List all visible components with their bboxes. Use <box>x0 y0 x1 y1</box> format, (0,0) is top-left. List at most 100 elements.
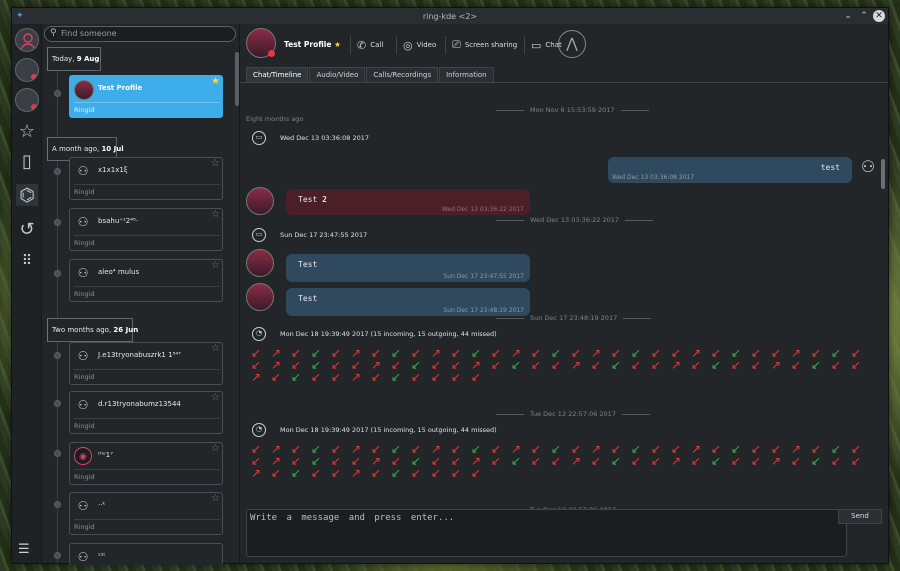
dialpad-icon[interactable]: ⠿ <box>16 250 38 272</box>
missed-call-icon[interactable]: ↙ <box>326 371 346 383</box>
missed-call-icon[interactable]: ↙ <box>446 371 466 383</box>
minimize-icon[interactable]: ⌄ <box>842 10 854 22</box>
missed-call-icon[interactable]: ↙ <box>646 455 666 467</box>
incoming-call-icon[interactable]: ↙ <box>806 455 826 467</box>
missed-call-icon[interactable]: ↙ <box>366 467 386 479</box>
missed-call-icon[interactable]: ↙ <box>466 467 486 479</box>
missed-call-icon[interactable]: ↙ <box>646 359 666 371</box>
tab-chat-timeline[interactable]: Chat/Timeline <box>246 67 309 82</box>
search-input[interactable]: ⚲ Find someone <box>44 26 236 42</box>
outgoing-call-icon[interactable]: ↗ <box>246 371 266 383</box>
history-icon[interactable]: ↺ <box>16 218 38 240</box>
incoming-call-icon[interactable]: ↙ <box>706 455 726 467</box>
hamburger-menu-icon[interactable]: ☰ <box>18 542 30 557</box>
close-icon[interactable]: ✕ <box>873 10 885 22</box>
star-icon[interactable]: ★ <box>211 76 220 87</box>
missed-call-icon[interactable]: ↙ <box>746 359 766 371</box>
missed-call-icon[interactable]: ↙ <box>466 371 486 383</box>
missed-call-icon[interactable]: ↙ <box>526 455 546 467</box>
contact-card-test-profile[interactable]: Test Profile ★ Ringid <box>69 75 223 118</box>
contact-card[interactable]: ⚇ ˢ¹ᵗ <box>69 543 223 565</box>
screen-sharing-button[interactable]: ⎚ Screen sharing <box>445 36 517 54</box>
incoming-call-icon[interactable]: ↙ <box>506 359 526 371</box>
contact-card[interactable]: ⚇ ⅹ1ⅹ1ⅹ1ξ ☆ Ringid <box>69 157 223 200</box>
tab-information[interactable]: Information <box>439 67 494 82</box>
missed-call-icon[interactable]: ↙ <box>306 371 326 383</box>
missed-call-icon[interactable]: ↙ <box>546 455 566 467</box>
contacts-book-icon[interactable]: ▯ <box>16 150 38 172</box>
star-icon[interactable]: ☆ <box>211 260 220 271</box>
incoming-call-icon[interactable]: ↙ <box>386 467 406 479</box>
missed-call-icon[interactable]: ↙ <box>586 455 606 467</box>
contact-card[interactable]: ⚇ aleo⁴ mulus ☆ Ringid <box>69 259 223 302</box>
missed-call-icon[interactable]: ↙ <box>486 359 506 371</box>
missed-call-icon[interactable]: ↙ <box>586 359 606 371</box>
missed-call-icon[interactable]: ↙ <box>406 371 426 383</box>
star-icon[interactable]: ☆ <box>211 158 220 169</box>
missed-call-icon[interactable]: ↙ <box>686 455 706 467</box>
outgoing-call-icon[interactable]: ↗ <box>566 359 586 371</box>
missed-call-icon[interactable]: ↙ <box>846 455 866 467</box>
tab-audio-video[interactable]: Audio/Video <box>309 67 366 82</box>
star-icon[interactable]: ☆ <box>211 209 220 220</box>
bookmarks-star-icon[interactable]: ☆ <box>16 120 38 142</box>
star-icon[interactable]: ☆ <box>211 443 220 454</box>
call-button[interactable]: ✆ Call <box>350 36 383 54</box>
missed-call-icon[interactable]: ↙ <box>686 359 706 371</box>
incoming-call-icon[interactable]: ↙ <box>286 371 306 383</box>
missed-call-icon[interactable]: ↙ <box>486 455 506 467</box>
missed-call-icon[interactable]: ↙ <box>626 359 646 371</box>
outgoing-call-icon[interactable]: ↗ <box>766 455 786 467</box>
outgoing-call-icon[interactable]: ↗ <box>346 371 366 383</box>
missed-call-icon[interactable]: ↙ <box>786 455 806 467</box>
missed-call-icon[interactable]: ↙ <box>826 455 846 467</box>
contact-card[interactable]: ⚇ d.r13tryonabumz13544 ☆ Ringid <box>69 391 223 434</box>
account-avatar-2[interactable] <box>15 58 39 82</box>
star-icon[interactable]: ☆ <box>211 343 220 354</box>
incoming-message[interactable]: Test Sun Dec 17 23:47:55 2017 <box>286 254 530 282</box>
incoming-message[interactable]: Test Sun Dec 17 23:48:19 2017 <box>286 288 530 316</box>
tab-calls-recordings[interactable]: Calls/Recordings <box>366 67 439 82</box>
incoming-call-icon[interactable]: ↙ <box>606 359 626 371</box>
maximize-icon[interactable]: ⌃ <box>858 10 870 22</box>
failed-message[interactable]: Test 2 Wed Dec 13 03:36:22 2017 <box>286 189 530 215</box>
chat-scrollbar[interactable] <box>881 159 885 189</box>
missed-call-icon[interactable]: ↙ <box>746 455 766 467</box>
missed-call-icon[interactable]: ↙ <box>786 359 806 371</box>
missed-call-icon[interactable]: ↙ <box>726 455 746 467</box>
chat-button[interactable]: ▭ Chat <box>524 36 562 54</box>
missed-call-icon[interactable]: ↙ <box>326 467 346 479</box>
missed-call-icon[interactable]: ↙ <box>266 371 286 383</box>
incoming-call-icon[interactable]: ↙ <box>806 359 826 371</box>
outgoing-call-icon[interactable]: ↗ <box>346 467 366 479</box>
incoming-call-icon[interactable]: ↙ <box>506 455 526 467</box>
missed-call-icon[interactable]: ↙ <box>626 455 646 467</box>
message-input[interactable]: Write a message and press enter... <box>246 509 847 557</box>
missed-call-icon[interactable]: ↙ <box>846 359 866 371</box>
outgoing-message[interactable]: test Wed Dec 13 03:36:08 2017 <box>608 157 852 183</box>
send-button[interactable]: Send <box>838 509 882 524</box>
outgoing-call-icon[interactable]: ↗ <box>246 467 266 479</box>
missed-call-icon[interactable]: ↙ <box>306 467 326 479</box>
missed-call-icon[interactable]: ↙ <box>406 467 426 479</box>
contact-card[interactable]: ⚇ J.e13tryonabuszrk1 1⁵⁴⁷ ☆ Ringid <box>69 342 223 385</box>
missed-call-icon[interactable]: ↙ <box>266 467 286 479</box>
contact-card[interactable]: ⚇ ··ᵏ ☆ Ringid <box>69 492 223 535</box>
star-icon[interactable]: ☆ <box>211 493 220 504</box>
missed-call-icon[interactable]: ↙ <box>426 371 446 383</box>
missed-call-icon[interactable]: ↙ <box>526 359 546 371</box>
incoming-call-icon[interactable]: ↙ <box>286 467 306 479</box>
incoming-call-icon[interactable]: ↙ <box>386 371 406 383</box>
timeline-icon[interactable]: ⌬ <box>16 184 38 206</box>
missed-call-icon[interactable]: ↙ <box>426 467 446 479</box>
incoming-call-icon[interactable]: ↙ <box>606 455 626 467</box>
missed-call-icon[interactable]: ↙ <box>446 467 466 479</box>
title-bar[interactable]: ✦ ring-kde <2> ⌄ ⌃ ✕ <box>12 8 888 24</box>
account-avatar-3[interactable] <box>15 88 39 112</box>
outgoing-call-icon[interactable]: ↗ <box>666 359 686 371</box>
outgoing-call-icon[interactable]: ↗ <box>566 455 586 467</box>
missed-call-icon[interactable]: ↙ <box>366 371 386 383</box>
outgoing-call-icon[interactable]: ↗ <box>666 455 686 467</box>
contact-card[interactable]: ◉ ᵗʰᵒ1⁷ ☆ Ringid <box>69 442 223 485</box>
outgoing-call-icon[interactable]: ↗ <box>766 359 786 371</box>
